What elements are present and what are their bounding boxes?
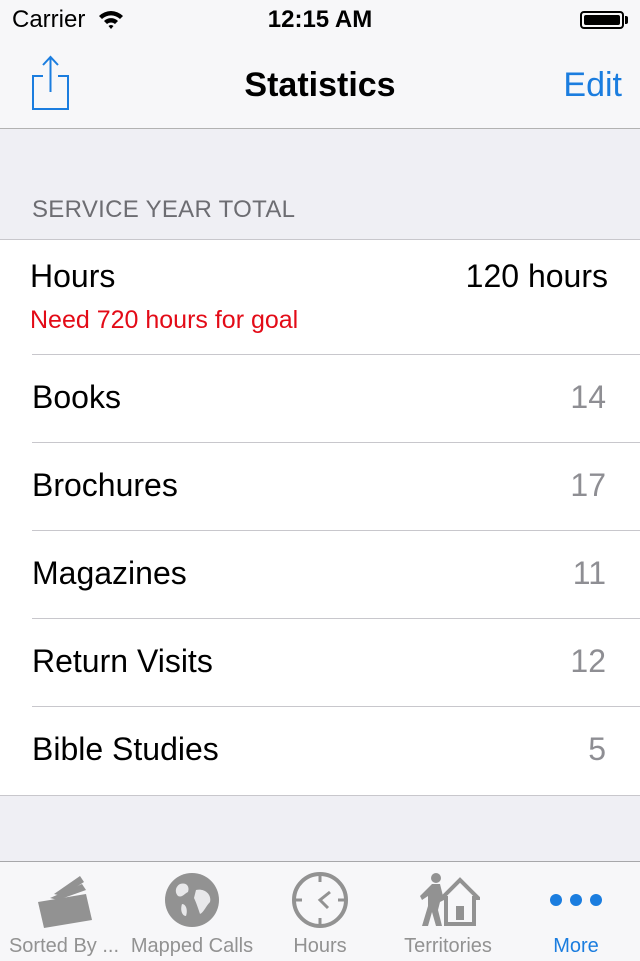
books-row[interactable]: Books 14	[0, 355, 640, 443]
clock-time: 12:15 AM	[267, 6, 373, 33]
tab-mapped-calls[interactable]: Mapped Calls	[128, 862, 256, 961]
magazines-row[interactable]: Magazines 11	[0, 531, 640, 619]
clock-icon	[292, 872, 348, 928]
tab-label: Hours	[293, 935, 347, 957]
tab-hours[interactable]: Hours	[256, 862, 384, 961]
hours-row[interactable]: Hours 120 hours Need 720 hours for goal	[0, 240, 640, 355]
brochures-row[interactable]: Brochures 17	[0, 443, 640, 531]
navigation-bar: Statistics Edit	[0, 40, 640, 129]
row-label: Bible Studies	[32, 731, 219, 767]
edit-button[interactable]: Edit	[563, 66, 622, 105]
status-bar: Carrier 12:15 AM	[0, 0, 640, 40]
battery-tip	[625, 16, 628, 24]
hours-label: Hours	[30, 258, 116, 294]
tab-label: Mapped Calls	[130, 935, 254, 957]
row-value: 5	[588, 731, 606, 767]
cards-icon	[38, 876, 92, 928]
row-value: 17	[570, 467, 606, 503]
bible-studies-row[interactable]: Bible Studies 5	[0, 707, 640, 795]
territory-house-icon	[420, 873, 480, 926]
tab-more[interactable]: More	[512, 862, 640, 961]
row-label: Return Visits	[32, 643, 213, 679]
tab-label: Territories	[404, 935, 492, 957]
statistics-table: Hours 120 hours Need 720 hours for goal …	[0, 239, 640, 796]
row-value: 14	[570, 379, 606, 415]
row-label: Books	[32, 379, 121, 415]
return-visits-row[interactable]: Return Visits 12	[0, 619, 640, 707]
section-header: SERVICE YEAR TOTAL	[32, 196, 296, 223]
row-value: 12	[570, 643, 606, 679]
page-title: Statistics	[244, 66, 396, 104]
row-label: Magazines	[32, 555, 187, 591]
globe-icon	[165, 873, 219, 927]
tab-sorted-by[interactable]: Sorted By ...	[0, 862, 128, 961]
tab-label: Sorted By ...	[8, 935, 120, 957]
row-value: 11	[572, 555, 606, 591]
tab-territories[interactable]: Territories	[384, 862, 512, 961]
battery-icon	[580, 11, 624, 29]
tab-bar: Sorted By ... Mapped Calls Hours Territo…	[0, 861, 640, 961]
hours-goal-note: Need 720 hours for goal	[30, 306, 299, 334]
tab-label: More	[553, 935, 599, 957]
row-label: Brochures	[32, 467, 178, 503]
more-dots-icon	[550, 894, 602, 906]
hours-value: 120 hours	[465, 258, 608, 294]
